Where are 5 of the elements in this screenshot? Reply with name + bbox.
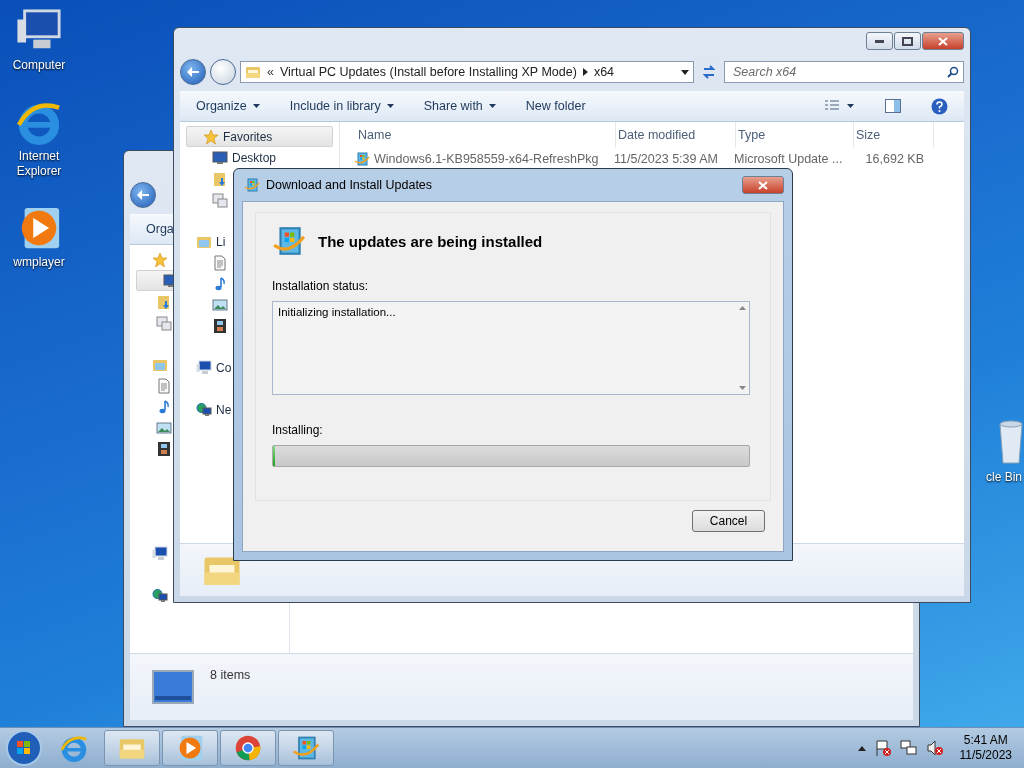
field-label: Installation status: <box>272 279 369 293</box>
item-count: 8 items <box>210 668 251 682</box>
dialog-title: Download and Install Updates <box>266 178 434 192</box>
dialog-heading: The updates are being installed <box>318 232 543 250</box>
field-label: Installing: <box>272 423 323 437</box>
